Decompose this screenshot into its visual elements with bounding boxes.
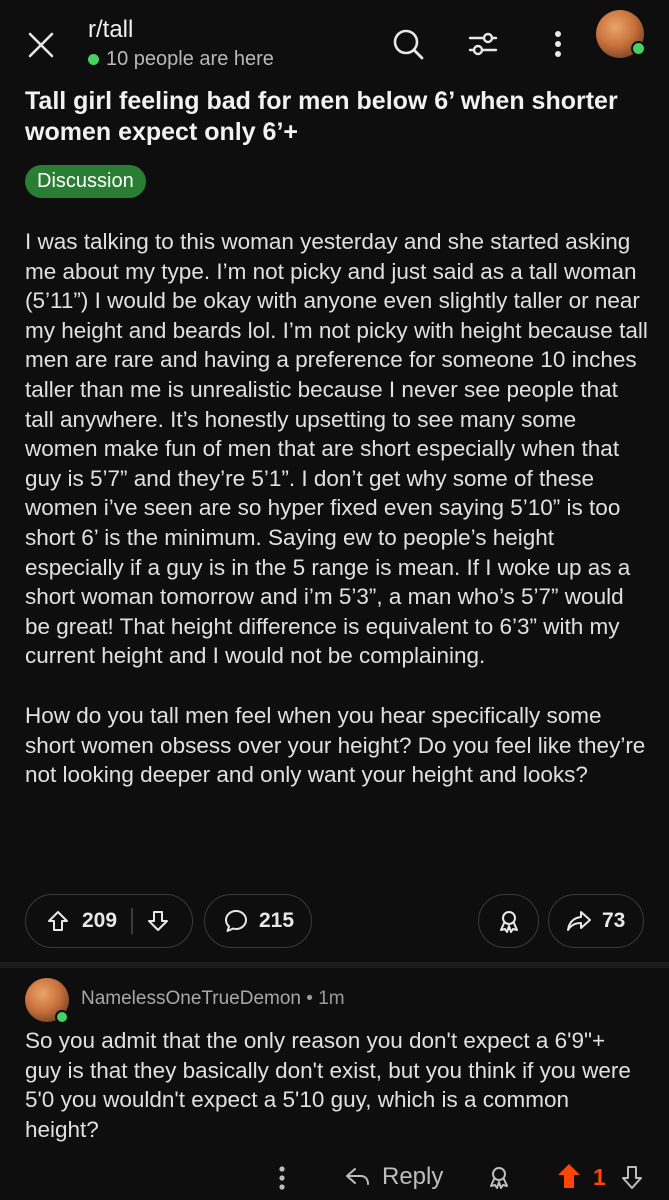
upvote-count: 209 (82, 909, 118, 932)
more-vertical-icon[interactable] (274, 1164, 290, 1192)
downvote-icon[interactable] (620, 1164, 644, 1190)
more-vertical-icon[interactable] (540, 26, 576, 62)
top-bar: r/tall 10 people are here (0, 0, 669, 86)
award-icon (499, 911, 518, 933)
online-dot-icon (88, 54, 99, 65)
online-dot-icon (631, 41, 646, 56)
online-count: 10 people are here (106, 48, 274, 70)
comments-button[interactable]: 215 (204, 894, 312, 948)
vote-divider (131, 908, 133, 934)
close-icon[interactable] (26, 30, 56, 60)
online-status: 10 people are here (88, 48, 274, 71)
reply-label: Reply (382, 1163, 444, 1190)
user-avatar[interactable] (596, 10, 646, 58)
upvote-icon[interactable] (556, 1162, 582, 1190)
comment-body: So you admit that the only reason you do… (25, 1028, 631, 1142)
online-dot-icon (55, 1010, 69, 1024)
post-title: Tall girl feeling bad for men below 6’ w… (25, 87, 618, 146)
award-button[interactable] (478, 894, 539, 948)
subreddit-name[interactable]: r/tall (88, 16, 133, 44)
meta-separator: • (306, 988, 313, 1009)
upvote-icon[interactable] (46, 909, 70, 933)
section-divider (0, 962, 669, 968)
comment-actions: Reply 1 (0, 1160, 669, 1200)
post-paragraph: I was talking to this woman yesterday an… (25, 229, 648, 669)
comment-meta: NamelessOneTrueDemon • 1m (81, 988, 345, 1010)
reply-icon (346, 1168, 369, 1185)
post-flair[interactable]: Discussion (25, 165, 146, 198)
post-paragraph: How do you tall men feel when you hear s… (25, 702, 646, 788)
comment-author[interactable]: NamelessOneTrueDemon (81, 988, 301, 1009)
filter-icon[interactable] (465, 26, 501, 62)
share-button[interactable]: 73 (548, 894, 644, 948)
vote-pill: 209 (25, 894, 193, 948)
commenter-avatar[interactable] (25, 978, 69, 1024)
post-body: I was talking to this woman yesterday an… (25, 227, 650, 790)
comment-time: 1m (318, 988, 345, 1009)
downvote-icon[interactable] (146, 909, 170, 933)
comment-score: 1 (593, 1164, 606, 1190)
comment-icon (225, 910, 247, 932)
award-icon[interactable] (486, 1164, 512, 1190)
search-icon[interactable] (390, 26, 426, 62)
comment-count: 215 (259, 909, 295, 932)
share-count: 73 (602, 909, 626, 932)
reply-button[interactable]: Reply (344, 1163, 443, 1191)
share-icon (567, 911, 591, 931)
